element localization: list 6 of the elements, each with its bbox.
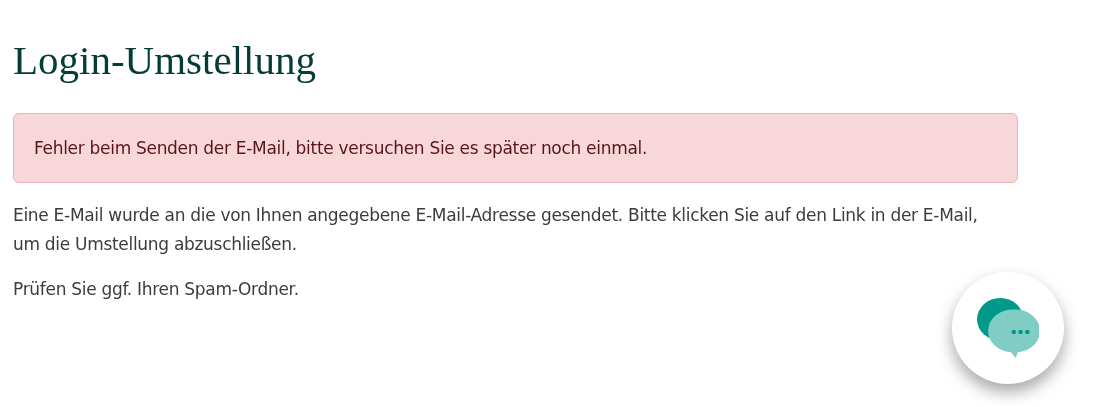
page-title: Login-Umstellung [13,36,317,85]
chat-bubbles-icon [977,297,1039,359]
chat-button[interactable] [952,272,1064,384]
info-text: Eine E-Mail wurde an die von Ihnen angegebene E-Mail-Adresse gesendet. Bitte klicken Sie auf den Link in der E-Mail, um die Umstellung abzuschließen. [13,204,979,257]
info-text: Prüfen Sie ggf. Ihren Spam-Ordner. [13,278,300,302]
error-alert: Fehler beim Senden der E-Mail, bitte versuchen Sie es später noch einmal. [13,113,1018,184]
